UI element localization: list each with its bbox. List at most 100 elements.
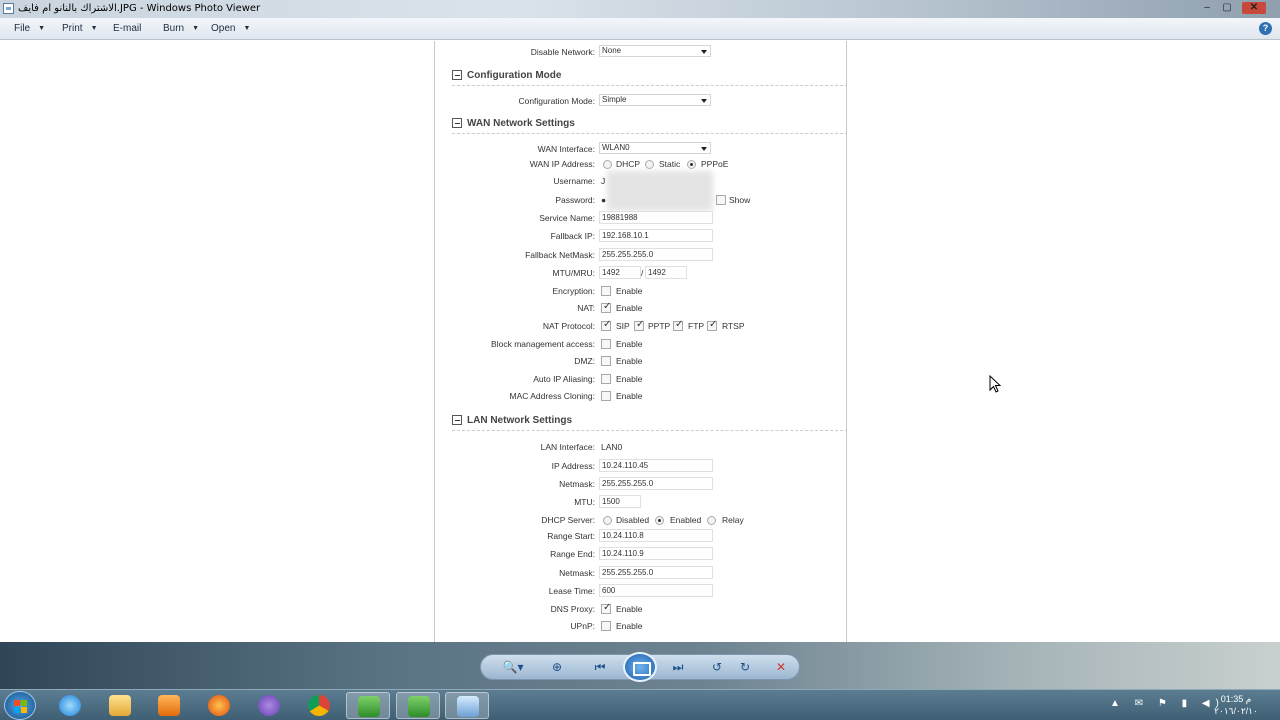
radio-dhcp-label: DHCP [616,159,641,169]
password-value: ● [601,195,607,205]
menu-bar: File ▼ Print ▼ E-mail Burn ▼ Open ▼ ? [0,18,1280,40]
service-name-row: Service Name: 19881988 [435,211,846,225]
taskbar-internet-explorer[interactable] [48,692,92,719]
menu-print-label: Print [62,23,83,34]
service-name-field: 19881988 [599,211,713,224]
wan-ip-address-row: WAN IP Address: DHCP Static PPPoE [435,157,846,171]
section-configuration-mode: Configuration Mode [452,68,846,86]
dhcp-server-label: DHCP Server: [541,515,595,525]
nat-protocol-label: NAT Protocol: [542,321,595,331]
nat-row: NAT: Enable [435,301,846,315]
collapse-icon [452,70,462,80]
radio-dhcp-disabled [603,516,612,525]
chevron-down-icon [701,50,707,54]
dmz-option: Enable [616,356,643,366]
encryption-checkbox [601,286,611,296]
disable-network-row: Disable Network: None [435,45,846,59]
dmz-label: DMZ: [574,356,595,366]
mac-cloning-option: Enable [616,391,643,401]
lan-ip-address-label: IP Address: [551,461,595,471]
mac-cloning-checkbox [601,391,611,401]
radio-dhcp [603,160,612,169]
dhcp-netmask-label: Netmask: [559,568,595,578]
taskbar-camtasia-recorder[interactable] [396,692,440,719]
nat-protocol-row: NAT Protocol: SIP PPTP FTP RTSP [435,319,846,333]
dns-proxy-checkbox [601,602,611,614]
taskbar-photo-viewer[interactable] [445,692,489,719]
menu-print[interactable]: Print ▼ [62,23,98,34]
wan-ip-address-label: WAN IP Address: [529,159,595,169]
wan-interface-value: WLAN0 [602,143,630,152]
menu-email[interactable]: E-mail [113,23,141,34]
taskbar-clock[interactable]: 01:35 م ٢٠١٦/٠٢/١٠ [1205,693,1267,717]
slideshow-button[interactable] [623,652,657,682]
lease-time-row: Lease Time: 600 [435,584,846,598]
lan-netmask-field: 255.255.255.0 [599,477,713,490]
menu-burn[interactable]: Burn ▼ [163,23,199,34]
dmz-row: DMZ: Enable [435,354,846,368]
minimize-button[interactable]: ‒ [1200,2,1214,14]
rotate-left-button[interactable]: ↺ [709,660,725,674]
radio-pppoe-label: PPPoE [701,159,729,169]
actual-size-button[interactable]: ⊕ [549,660,565,674]
maximize-button[interactable]: ▢ [1220,2,1234,14]
section-lan-network-settings: LAN Network Settings [452,413,846,431]
rotate-right-button[interactable]: ↻ [737,660,753,674]
taskbar-file-explorer[interactable] [98,692,142,719]
radio-dhcp-enabled-label: Enabled [670,515,702,525]
previous-button[interactable]: ⏮ [592,660,608,674]
lan-ip-address-field: 10.24.110.45 [599,459,713,472]
username-row: Username: J [435,174,846,188]
service-name-label: Service Name: [539,213,595,223]
taskbar-chrome[interactable] [297,692,341,719]
configuration-mode-label: Configuration Mode: [518,96,595,106]
lan-ip-address-row: IP Address: 10.24.110.45 [435,459,846,473]
chevron-down-icon [701,147,707,151]
menu-open[interactable]: Open ▼ [211,23,250,34]
lan-mtu-field: 1500 [599,495,641,508]
next-button[interactable]: ⏭ [670,660,686,674]
lan-interface-row: LAN Interface: LAN0 [435,440,846,454]
fallback-ip-label: Fallback IP: [550,231,595,241]
close-window-button[interactable]: ✕ [1242,2,1266,14]
disable-network-value: None [602,46,622,55]
configuration-mode-row: Configuration Mode: Simple [435,94,846,108]
menu-file-label: File [14,23,31,34]
taskbar-media-player[interactable] [147,692,191,719]
fallback-netmask-row: Fallback NetMask: 255.255.255.0 [435,248,846,262]
chevron-down-icon: ▼ [192,25,200,32]
help-icon[interactable]: ? [1259,22,1272,35]
windows-start-icon[interactable] [4,691,36,720]
mouse-pointer-icon [989,375,1001,393]
dns-proxy-row: DNS Proxy: Enable [435,602,846,616]
dhcp-server-row: DHCP Server: Disabled Enabled Relay [435,513,846,527]
displayed-photo: Disable Network: None Configuration Mode… [434,41,847,642]
delete-button[interactable]: ✕ [773,660,789,674]
dhcp-netmask-field: 255.255.255.0 [599,566,713,579]
nat-label: NAT: [577,303,595,313]
chevron-down-icon [701,99,707,103]
block-management-option: Enable [616,339,643,349]
fallback-ip-field: 192.168.10.1 [599,229,713,242]
mtu-mru-row: MTU/MRU: 1492 / 1492 [435,266,846,280]
dhcp-netmask-row: Netmask: 255.255.255.0 [435,566,846,580]
taskbar-camtasia[interactable] [346,692,390,719]
taskbar-viber[interactable] [247,692,291,719]
block-management-checkbox [601,339,611,349]
lan-netmask-row: Netmask: 255.255.255.0 [435,477,846,491]
wan-interface-label: WAN Interface: [537,144,595,154]
dns-proxy-label: DNS Proxy: [550,604,595,614]
zoom-button[interactable]: 🔍▾ [502,660,524,674]
menu-file[interactable]: File ▼ [14,23,45,34]
section-wan-network-settings: WAN Network Settings [452,116,846,134]
nat-option: Enable [616,303,643,313]
internet-explorer-icon [59,695,81,716]
range-start-row: Range Start: 10.24.110.8 [435,529,846,543]
range-end-label: Range End: [550,549,595,559]
collapse-icon [452,118,462,128]
taskbar-firefox[interactable] [197,692,241,719]
menu-email-label: E-mail [113,23,142,34]
range-start-label: Range Start: [547,531,595,541]
radio-dhcp-relay-label: Relay [722,515,744,525]
password-row: Password: ● Show [435,193,846,207]
